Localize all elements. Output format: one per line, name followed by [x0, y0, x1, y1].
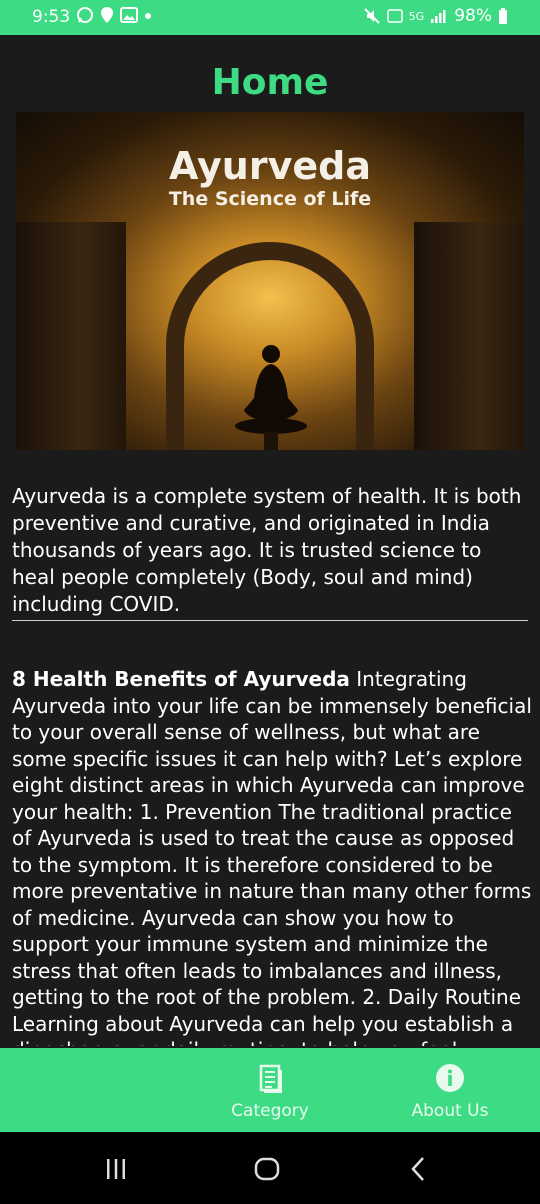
page-title: Home: [211, 62, 329, 103]
bottom-navigation: Category About Us: [0, 1048, 540, 1132]
battery-icon: [499, 8, 507, 24]
status-time: 9:53: [32, 7, 71, 27]
article-body: Integrating Ayurveda into your life can …: [12, 667, 532, 1046]
article-text: 8 Health Benefits of Ayurveda Integratin…: [12, 666, 532, 1046]
status-bar: 9:53 5G 98%: [0, 0, 540, 35]
article-heading: 8 Health Benefits of Ayurveda: [12, 667, 350, 691]
meditating-figure-icon: [235, 345, 307, 450]
battery-percent: 98%: [454, 6, 492, 26]
image-icon: [120, 7, 138, 23]
info-icon: [436, 1064, 464, 1092]
network-type: 5G: [408, 9, 425, 23]
signal-icon: [431, 10, 446, 23]
document-icon: [259, 1064, 282, 1093]
intro-text: Ayurveda is a complete system of health.…: [12, 484, 522, 616]
banner-title: Ayurveda: [168, 144, 371, 188]
banner-subtitle: The Science of Life: [168, 188, 372, 210]
mute-icon: [363, 8, 380, 24]
home-icon[interactable]: [254, 1157, 280, 1181]
nav-category-label: Category: [231, 1101, 309, 1121]
pillar-right: [414, 222, 524, 450]
location-icon: [101, 7, 113, 23]
pillar-left: [16, 222, 126, 450]
nav-category[interactable]: Category: [200, 1048, 340, 1132]
nav-about-label: About Us: [411, 1101, 489, 1121]
recents-icon[interactable]: [104, 1158, 128, 1180]
back-icon[interactable]: [408, 1156, 428, 1182]
volte-icon: [386, 9, 403, 23]
divider: [12, 620, 528, 621]
whatsapp-icon: [77, 7, 93, 23]
dot-icon: [145, 13, 151, 19]
banner-image: Ayurveda The Science of Life: [16, 112, 524, 450]
nav-about-us[interactable]: About Us: [380, 1048, 520, 1132]
system-navigation-bar: [0, 1132, 540, 1204]
